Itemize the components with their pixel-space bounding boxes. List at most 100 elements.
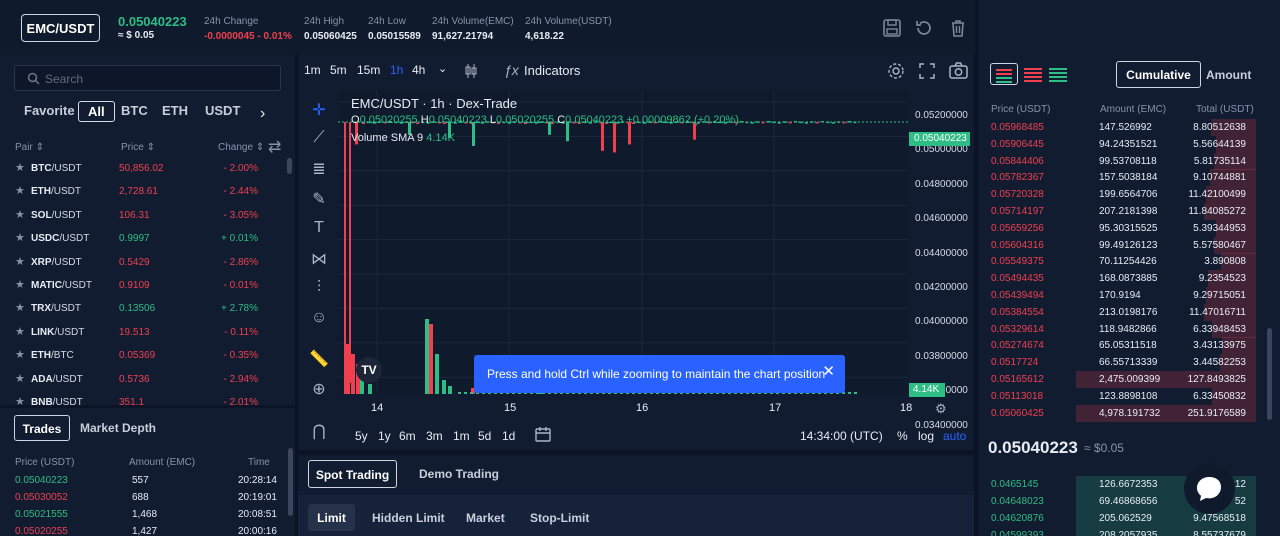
tab-btc[interactable]: BTC	[121, 103, 148, 118]
star-icon[interactable]: ★	[15, 348, 25, 361]
ask-row[interactable]: 0.05439494 170.9194 9.29715051	[978, 287, 1268, 304]
market-row[interactable]: ★ USDC/USDT 0.9997 + 0.01%	[0, 229, 290, 252]
market-row[interactable]: ★ BNB/USDT 351.1 - 2.01%	[0, 393, 290, 405]
chevron-right-icon[interactable]: ›	[260, 105, 265, 123]
interval-5m[interactable]: 5m	[330, 63, 347, 77]
star-icon[interactable]: ★	[15, 372, 25, 385]
ask-row[interactable]: 0.05906445 94.24351521 5.56644139	[978, 135, 1268, 153]
save-layout-icon[interactable]	[882, 18, 902, 38]
scrollbar[interactable]	[1267, 328, 1272, 420]
star-icon[interactable]: ★	[15, 161, 25, 174]
percent-toggle[interactable]: %	[897, 429, 908, 443]
prediction-icon[interactable]: ⫶	[308, 279, 330, 301]
range-1d[interactable]: 1d	[502, 429, 515, 443]
search-input[interactable]: Search	[14, 65, 281, 91]
trend-line-icon[interactable]: ⟋	[308, 129, 330, 151]
market-row[interactable]: ★ SOL/USDT 106.31 - 3.05%	[0, 206, 290, 229]
star-icon[interactable]: ★	[15, 231, 25, 244]
view-asks-icon[interactable]	[1024, 68, 1042, 82]
ask-row[interactable]: 0.05844406 99.53708118 5.81735114	[978, 152, 1268, 170]
ask-row[interactable]: 0.05113018 123.8898108 6.33450832	[978, 387, 1268, 405]
tab-limit[interactable]: Limit	[308, 504, 355, 531]
market-row[interactable]: ★ ADA/USDT 0.5736 - 2.94%	[0, 370, 290, 393]
market-row[interactable]: ★ XRP/USDT 0.5429 - 2.86%	[0, 253, 290, 276]
tab-usdt[interactable]: USDT	[205, 103, 240, 118]
ask-row[interactable]: 0.05274674 65.05311518 3.43133975	[978, 337, 1268, 355]
range-5d[interactable]: 5d	[478, 429, 491, 443]
tab-stop-limit[interactable]: Stop-Limit	[530, 511, 589, 525]
ask-row[interactable]: 0.05494435 168.0873885 9.2354523	[978, 270, 1268, 288]
ask-row[interactable]: 0.05604316 99.49126123 5.57580467	[978, 236, 1268, 254]
market-row[interactable]: ★ MATIC/USDT 0.9109 - 0.01%	[0, 276, 290, 299]
ask-row[interactable]: 0.05714197 207.2181398 11.84085272	[978, 203, 1268, 220]
ask-row[interactable]: 0.05549375 70.11254426 3.890808	[978, 253, 1268, 271]
tab-hidden-limit[interactable]: Hidden Limit	[372, 511, 445, 525]
text-icon[interactable]: T	[308, 219, 330, 241]
star-icon[interactable]: ★	[15, 325, 25, 338]
fullscreen-icon[interactable]	[919, 63, 935, 79]
tradingview-logo[interactable]: TV	[356, 357, 382, 383]
chat-button[interactable]	[1184, 463, 1235, 514]
axis-settings-icon[interactable]: ⚙	[935, 401, 947, 417]
star-icon[interactable]: ★	[15, 278, 25, 291]
indicators-icon[interactable]: ƒx	[504, 62, 519, 78]
chart-plot-area[interactable]: EMC/USDT · 1h · Dex-Trade O0.05020255 H0…	[338, 90, 908, 413]
col-pair[interactable]: Pair ⇕	[15, 142, 44, 153]
scrollbar[interactable]	[287, 158, 292, 174]
pair-selector[interactable]: EMC/USDT	[21, 14, 100, 42]
star-icon[interactable]: ★	[15, 255, 25, 268]
brush-icon[interactable]: ✎	[308, 189, 330, 211]
market-row[interactable]: ★ LINK/USDT 19.513 - 0.11%	[0, 323, 290, 346]
market-row[interactable]: ★ BTC/USDT 50,856.02 - 2.00%	[0, 159, 290, 182]
close-icon[interactable]: ✕	[822, 362, 835, 380]
star-icon[interactable]: ★	[15, 208, 25, 221]
pattern-icon[interactable]: ⋈	[308, 249, 330, 271]
ruler-icon[interactable]: 📏	[308, 349, 330, 371]
crosshair-icon[interactable]: ✛	[308, 100, 330, 122]
camera-icon[interactable]	[949, 62, 968, 79]
candle-type-icon[interactable]	[464, 63, 478, 79]
market-row[interactable]: ★ TRX/USDT 0.13506 + 2.78%	[0, 299, 290, 322]
view-both-icon[interactable]	[990, 63, 1018, 85]
ask-row[interactable]: 0.05968485 147.526992 8.80512638	[978, 119, 1268, 136]
ask-row[interactable]: 0.05329614 118.9482866 6.33948453	[978, 320, 1268, 338]
ask-row[interactable]: 0.0517724 66.55713339 3.44582253	[978, 354, 1268, 372]
star-icon[interactable]: ★	[15, 395, 25, 405]
star-icon[interactable]: ★	[15, 301, 25, 314]
range-1y[interactable]: 1y	[378, 429, 391, 443]
auto-toggle[interactable]: auto	[943, 429, 966, 443]
interval-4h[interactable]: 4h	[412, 63, 425, 77]
tab-market-depth[interactable]: Market Depth	[80, 421, 156, 435]
star-icon[interactable]: ★	[15, 184, 25, 197]
bid-row[interactable]: 0.04599393 208.2057935 8.55737679	[978, 527, 1268, 536]
ask-row[interactable]: 0.05384554 213.0198176 11.47016711	[978, 303, 1268, 321]
chevron-down-icon[interactable]: ⌄	[438, 62, 447, 75]
zoom-in-icon[interactable]: ⊕	[308, 379, 330, 401]
swap-icon[interactable]: ⇄	[268, 137, 281, 157]
settings-icon[interactable]	[887, 62, 905, 80]
tab-eth[interactable]: ETH	[162, 103, 188, 118]
tab-spot-trading[interactable]: Spot Trading	[308, 460, 397, 488]
col-change[interactable]: Change ⇕	[218, 142, 264, 153]
interval-1m[interactable]: 1m	[304, 63, 321, 77]
ask-row[interactable]: 0.05165612 2,475.009399 127.8493825	[978, 371, 1268, 388]
market-row[interactable]: ★ ETH/USDT 2,728.61 - 2.44%	[0, 182, 290, 205]
market-row[interactable]: ★ ETH/BTC 0.05369 - 0.35%	[0, 346, 290, 369]
scrollbar[interactable]	[288, 448, 293, 516]
mode-cumulative[interactable]: Cumulative	[1116, 61, 1201, 88]
ask-row[interactable]: 0.05659256 95.30315525 5.39344953	[978, 219, 1268, 237]
interval-1h[interactable]: 1h	[390, 63, 403, 77]
fib-icon[interactable]: ≣	[308, 159, 330, 181]
col-price[interactable]: Price ⇕	[121, 142, 155, 153]
range-6m[interactable]: 6m	[399, 429, 416, 443]
range-5y[interactable]: 5y	[355, 429, 368, 443]
calendar-icon[interactable]	[535, 426, 551, 442]
indicators-button[interactable]: Indicators	[524, 63, 580, 78]
ask-row[interactable]: 0.05060425 4,978.191732 251.9176589	[978, 404, 1268, 422]
view-bids-icon[interactable]	[1049, 68, 1067, 82]
tab-favorite[interactable]: Favorite	[24, 103, 75, 118]
emoji-icon[interactable]: ☺	[308, 309, 330, 331]
ask-row[interactable]: 0.05782367 157.5038184 9.10744881	[978, 169, 1268, 187]
reset-layout-icon[interactable]	[914, 18, 934, 38]
log-toggle[interactable]: log	[918, 429, 934, 443]
